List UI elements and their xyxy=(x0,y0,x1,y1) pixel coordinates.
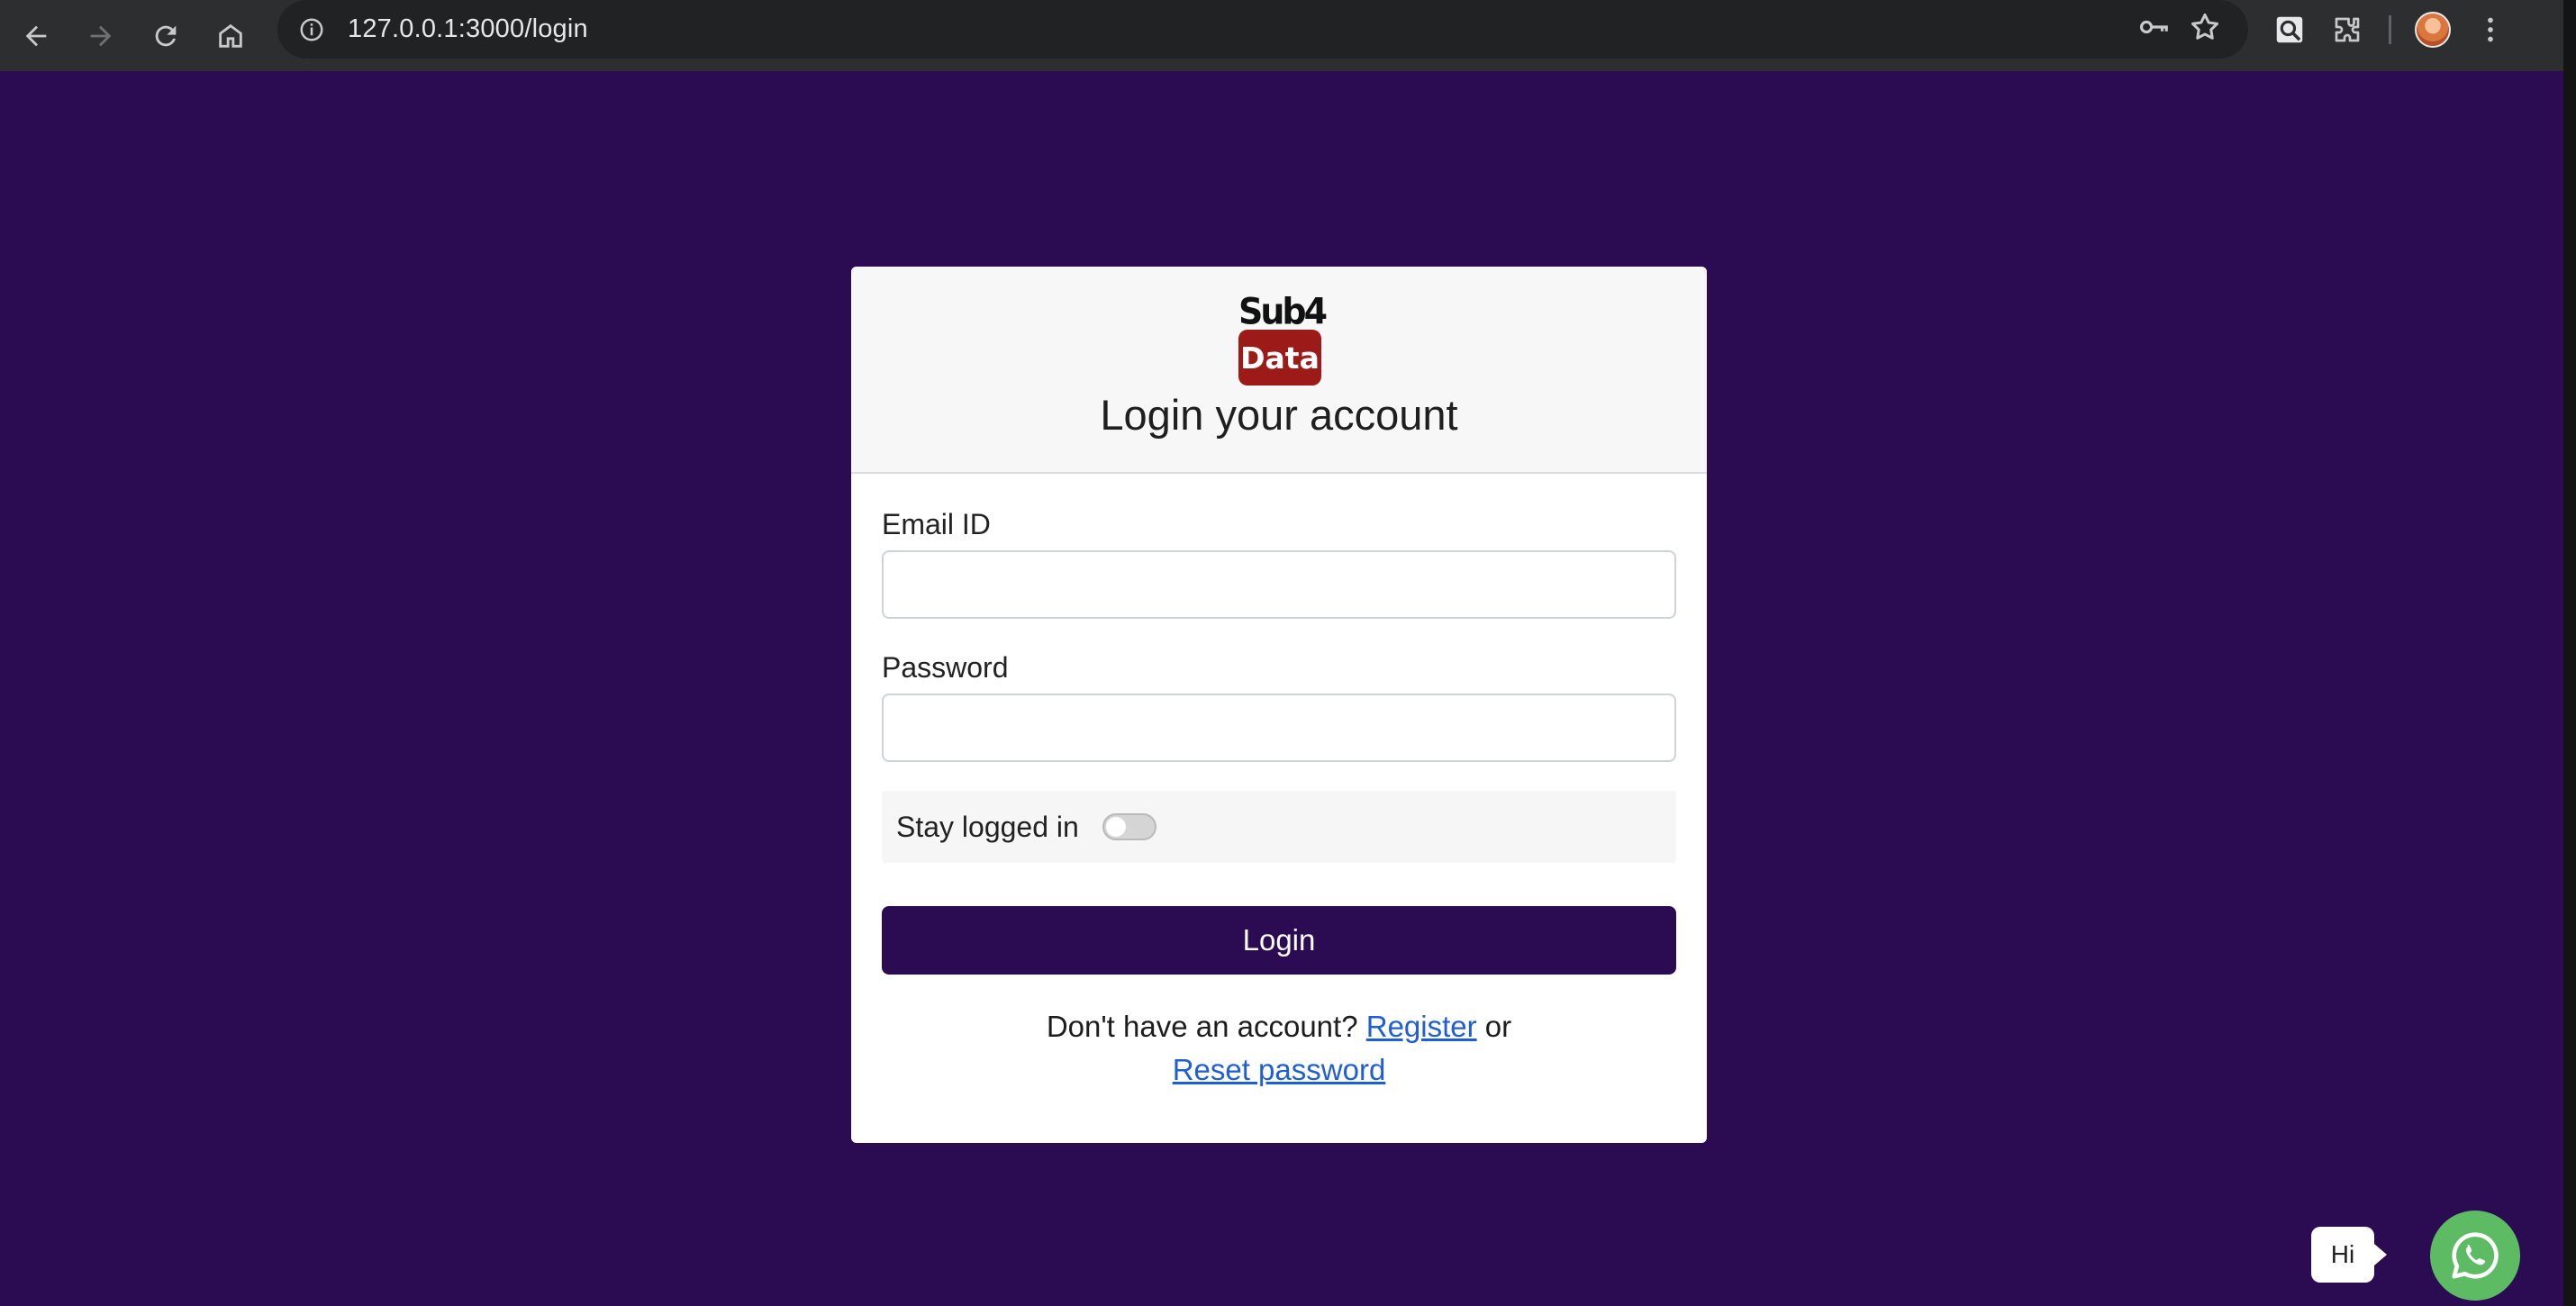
chat-greeting-bubble[interactable]: Hi xyxy=(2311,1227,2387,1283)
login-button[interactable]: Login xyxy=(882,906,1676,975)
toggle-knob xyxy=(1105,817,1126,837)
reset-password-link[interactable]: Reset password xyxy=(1173,1053,1386,1086)
forward-button[interactable] xyxy=(72,7,130,65)
zoom-search-icon[interactable] xyxy=(2261,1,2318,59)
sub4data-logo: Sub4 Data xyxy=(1238,290,1328,385)
address-bar-actions xyxy=(2136,0,2221,59)
avatar-image xyxy=(2415,11,2451,48)
extensions-puzzle-icon[interactable] xyxy=(2318,1,2376,59)
page-title: Login your account xyxy=(1100,391,1458,439)
stay-logged-in-label: Stay logged in xyxy=(896,810,1079,843)
account-links: Don't have an account? Register or Reset… xyxy=(882,1005,1676,1092)
reload-button[interactable] xyxy=(137,7,195,65)
whatsapp-icon xyxy=(2452,1232,2499,1279)
logo-data-box: Data xyxy=(1238,330,1321,385)
home-button[interactable] xyxy=(202,7,259,65)
login-card: Sub4 Data Login your account Email ID Pa… xyxy=(851,267,1707,1143)
whatsapp-chat-button[interactable] xyxy=(2430,1211,2520,1301)
bookmark-star-icon[interactable] xyxy=(2189,11,2221,48)
no-account-text: Don't have an account? xyxy=(1046,1010,1358,1043)
reload-icon xyxy=(155,25,177,47)
forward-arrow-icon xyxy=(90,25,112,47)
address-bar[interactable]: 127.0.0.1:3000/login xyxy=(277,0,2248,59)
menu-button[interactable] xyxy=(2462,1,2519,59)
back-button[interactable] xyxy=(7,7,65,65)
email-field[interactable] xyxy=(882,550,1676,619)
stay-logged-in-toggle[interactable] xyxy=(1102,813,1156,840)
logo-top-text: Sub4 xyxy=(1238,290,1328,333)
browser-toolbar: 127.0.0.1:3000/login xyxy=(0,0,2576,71)
url-text[interactable]: 127.0.0.1:3000/login xyxy=(348,14,588,44)
stay-logged-in-row: Stay logged in xyxy=(882,791,1676,863)
toolbar-extensions xyxy=(2261,0,2519,59)
register-link[interactable]: Register xyxy=(1366,1010,1477,1043)
back-arrow-icon xyxy=(25,25,47,47)
password-label: Password xyxy=(882,651,1009,684)
password-field[interactable] xyxy=(882,694,1676,762)
window-edge xyxy=(2563,0,2576,1306)
chat-greeting-text: Hi xyxy=(2330,1240,2355,1268)
logo-box-text: Data xyxy=(1240,340,1320,376)
site-info-icon[interactable] xyxy=(283,1,340,59)
password-key-icon[interactable] xyxy=(2136,10,2171,49)
email-label: Email ID xyxy=(882,508,991,540)
card-header: Sub4 Data Login your account xyxy=(851,267,1707,474)
login-form: Email ID Password Stay logged in Login D… xyxy=(851,474,1707,1092)
kebab-menu-icon xyxy=(2488,17,2493,41)
or-text: or xyxy=(1484,1010,1512,1043)
home-icon xyxy=(219,23,242,48)
toolbar-divider xyxy=(2389,14,2391,44)
profile-avatar[interactable] xyxy=(2404,1,2462,59)
